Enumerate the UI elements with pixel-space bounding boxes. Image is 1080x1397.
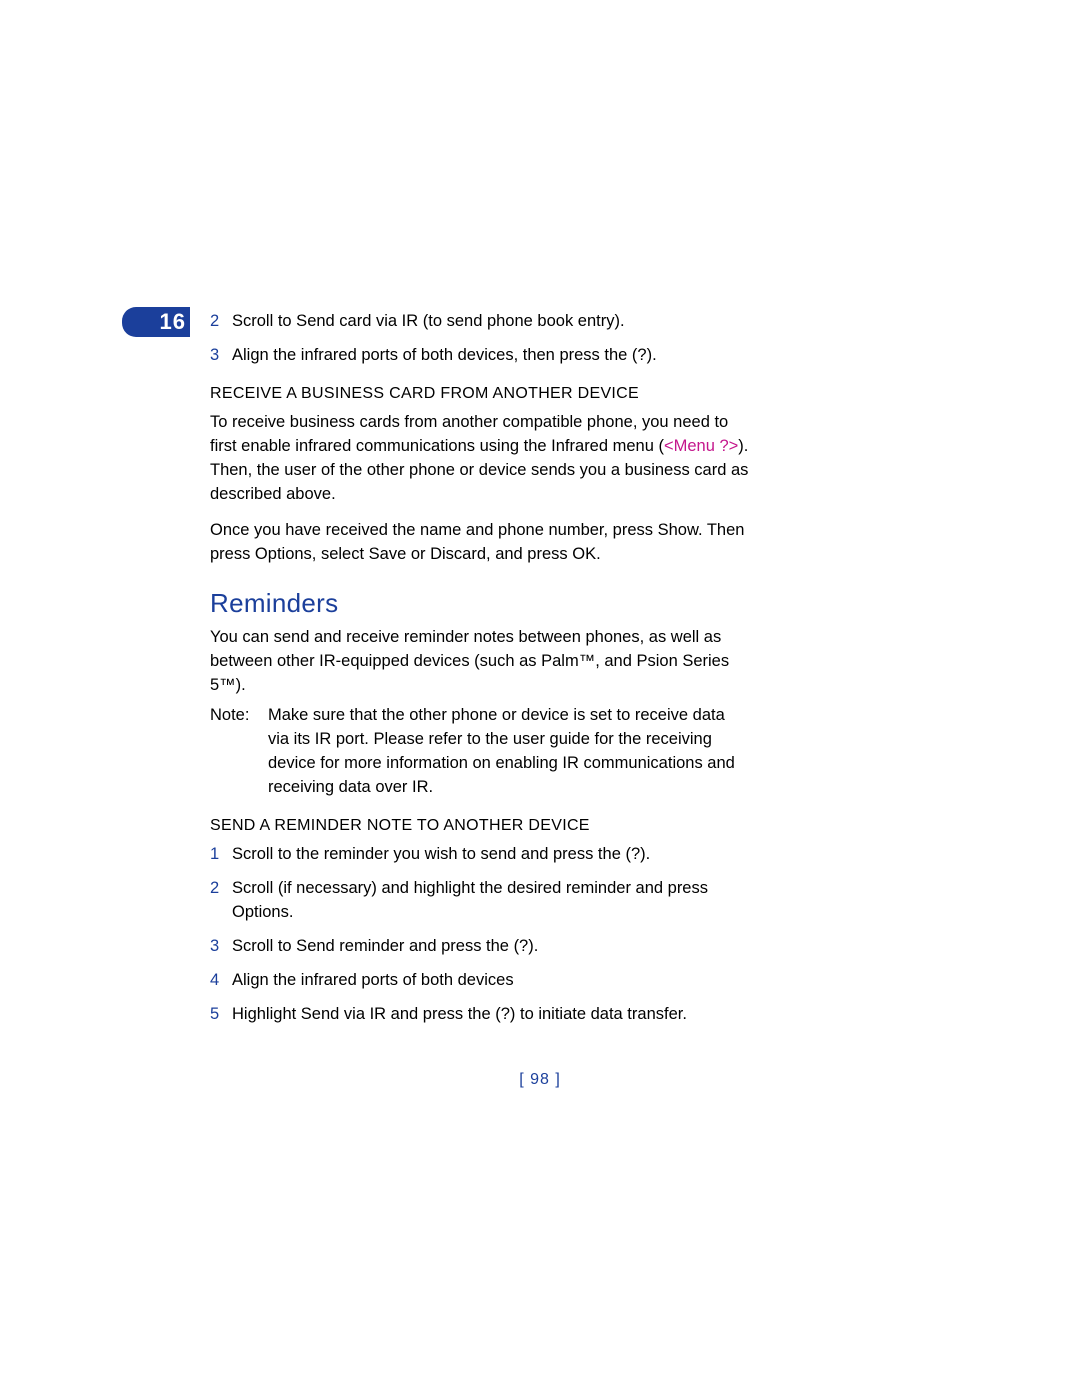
paragraph: You can send and receive reminder notes … <box>210 626 750 698</box>
list-number: 2 <box>210 877 232 925</box>
list-text: Highlight Send via IR and press the (?) … <box>232 1003 750 1027</box>
list-item: 2 Scroll to Send card via IR (to send ph… <box>210 310 750 334</box>
paragraph: To receive business cards from another c… <box>210 411 750 507</box>
page-content: 2 Scroll to Send card via IR (to send ph… <box>210 310 750 1026</box>
list-item: 4 Align the infrared ports of both devic… <box>210 969 750 993</box>
list-text: Scroll to the reminder you wish to send … <box>232 843 750 867</box>
list-number: 5 <box>210 1003 232 1027</box>
list-item: 2 Scroll (if necessary) and highlight th… <box>210 877 750 925</box>
note-block: Note: Make sure that the other phone or … <box>210 704 750 800</box>
note-label: Note: <box>210 704 268 800</box>
chapter-number: 16 <box>160 309 186 334</box>
page-number: [ 98 ] <box>0 1068 1080 1091</box>
subheading-receive: RECEIVE A BUSINESS CARD FROM ANOTHER DEV… <box>210 382 750 405</box>
list-text: Scroll to Send card via IR (to send phon… <box>232 310 750 334</box>
list-number: 3 <box>210 344 232 368</box>
section-title-reminders: Reminders <box>210 585 750 623</box>
list-number: 2 <box>210 310 232 334</box>
list-item: 3 Scroll to Send reminder and press the … <box>210 935 750 959</box>
list-text: Align the infrared ports of both devices <box>232 969 750 993</box>
list-text: Scroll (if necessary) and highlight the … <box>232 877 750 925</box>
subheading-send: SEND A REMINDER NOTE TO ANOTHER DEVICE <box>210 814 750 837</box>
list-number: 1 <box>210 843 232 867</box>
paragraph: Once you have received the name and phon… <box>210 519 750 567</box>
menu-reference-link[interactable]: <Menu ?> <box>664 437 738 455</box>
list-item: 3 Align the infrared ports of both devic… <box>210 344 750 368</box>
note-body: Make sure that the other phone or device… <box>268 704 750 800</box>
list-number: 3 <box>210 935 232 959</box>
list-number: 4 <box>210 969 232 993</box>
paragraph-text: To receive business cards from another c… <box>210 413 728 455</box>
list-item: 5 Highlight Send via IR and press the (?… <box>210 1003 750 1027</box>
list-text: Scroll to Send reminder and press the (?… <box>232 935 750 959</box>
list-item: 1 Scroll to the reminder you wish to sen… <box>210 843 750 867</box>
chapter-tab: 16 <box>122 307 190 337</box>
list-text: Align the infrared ports of both devices… <box>232 344 750 368</box>
document-page: 16 2 Scroll to Send card via IR (to send… <box>0 0 1080 1397</box>
